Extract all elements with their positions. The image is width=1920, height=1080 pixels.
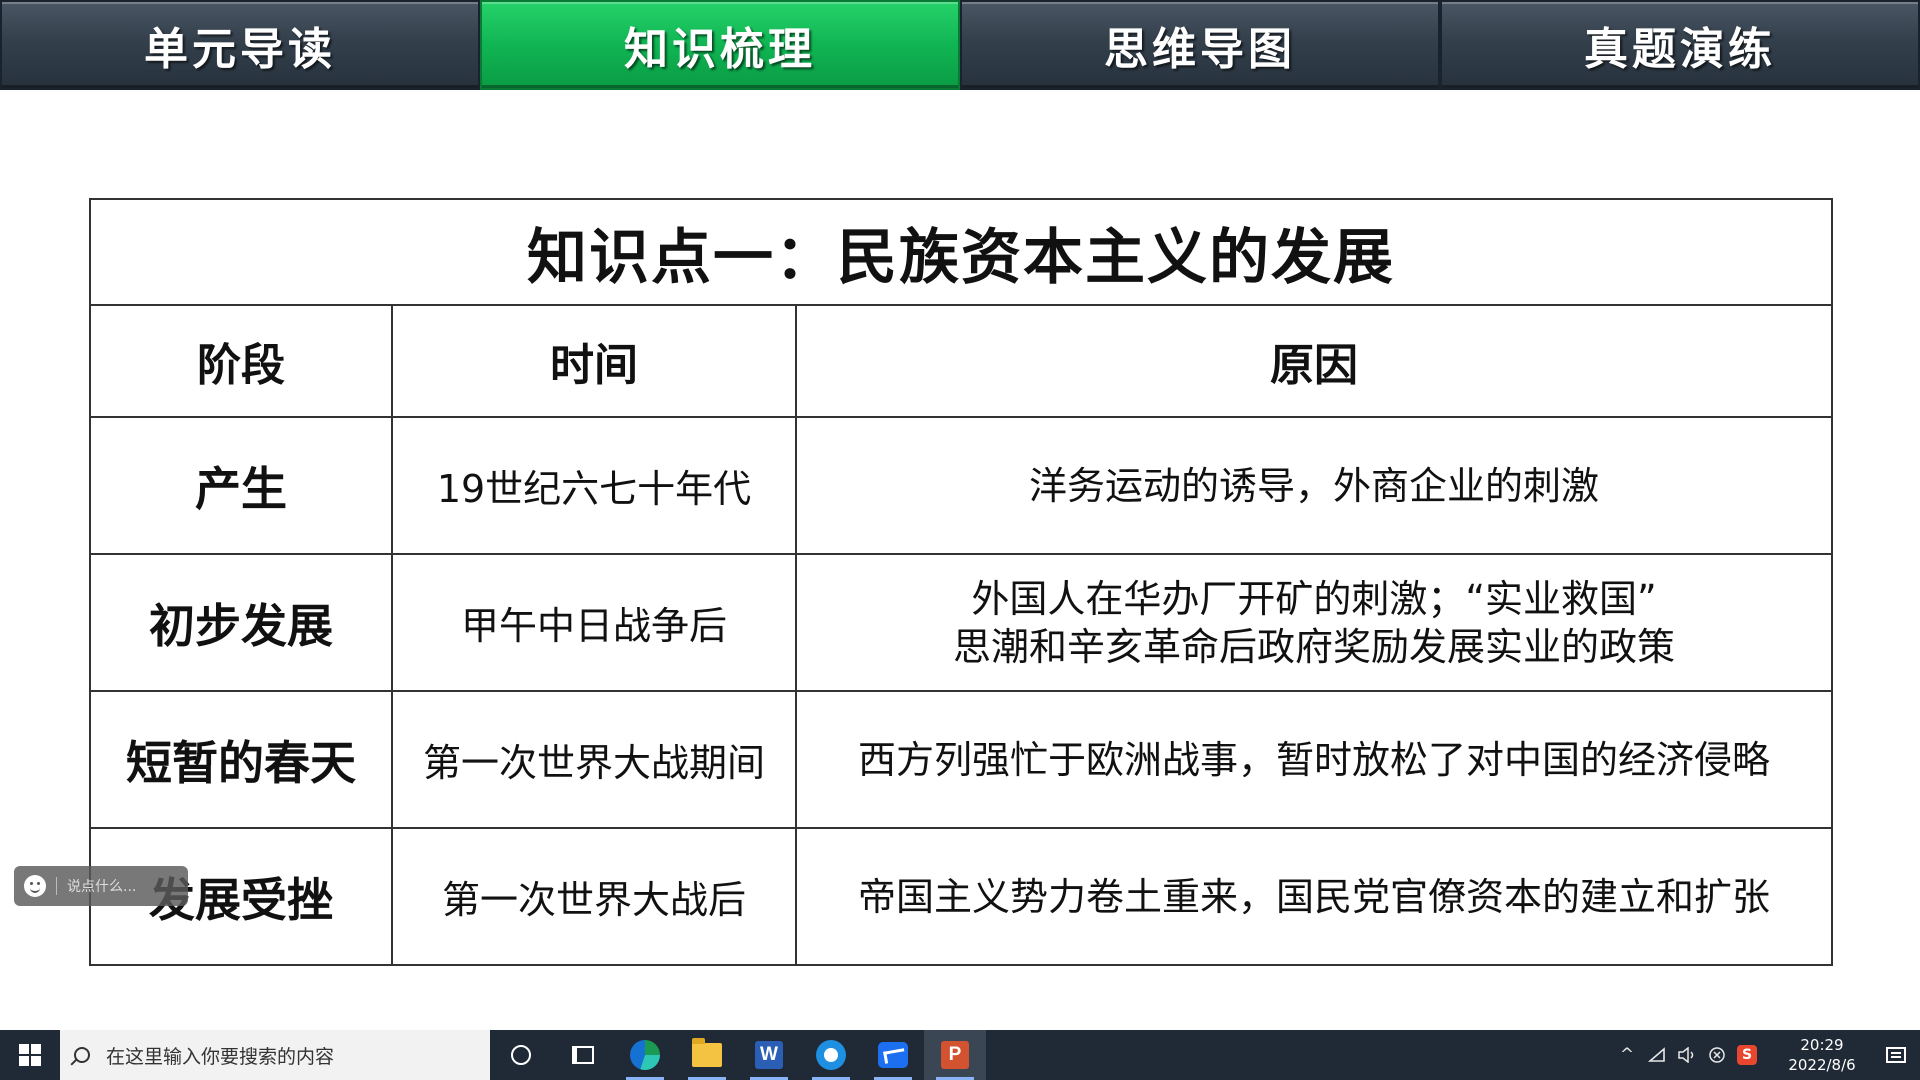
table-row: 发展受挫 第一次世界大战后 帝国主义势力卷土重来，国民党官僚资本的建立和扩张 bbox=[89, 827, 1833, 966]
cortana-icon bbox=[511, 1045, 531, 1065]
task-view-button[interactable] bbox=[552, 1030, 614, 1080]
file-explorer-icon bbox=[692, 1038, 722, 1067]
ime-button[interactable]: S bbox=[1732, 1030, 1762, 1080]
tencent-meeting-icon bbox=[878, 1042, 908, 1068]
reason-cell: 洋务运动的诱导，外商企业的刺激 bbox=[795, 416, 1833, 555]
reason-cell: 帝国主义势力卷土重来，国民党官僚资本的建立和扩张 bbox=[795, 827, 1833, 966]
reason-cell: 外国人在华办厂开矿的刺激；“实业救国” 思潮和辛亥革命后政府奖励发展实业的政策 bbox=[795, 553, 1833, 692]
slide-title: 知识点一：民族资本主义的发展 bbox=[89, 198, 1833, 306]
reason-line: 帝国主义势力卷土重来，国民党官僚资本的建立和扩张 bbox=[857, 874, 1770, 919]
notification-icon bbox=[1886, 1047, 1906, 1063]
cortana-button[interactable] bbox=[490, 1030, 552, 1080]
reason-line: 思潮和辛亥革命后政府奖励发展实业的政策 bbox=[952, 624, 1675, 669]
reason-cell: 西方列强忙于欧洲战事，暂时放松了对中国的经济侵略 bbox=[795, 690, 1833, 829]
divider bbox=[56, 877, 57, 895]
header-stage: 阶段 bbox=[89, 304, 393, 418]
powerpoint-icon: P bbox=[941, 1041, 969, 1069]
header-reason: 原因 bbox=[795, 304, 1833, 418]
table-header-row: 阶段 时间 原因 bbox=[89, 304, 1833, 418]
stage-cell: 短暂的春天 bbox=[89, 690, 393, 829]
time-cell: 第一次世界大战期间 bbox=[391, 690, 797, 829]
table-row: 短暂的春天 第一次世界大战期间 西方列强忙于欧洲战事，暂时放松了对中国的经济侵略 bbox=[89, 690, 1833, 829]
time-cell: 甲午中日战争后 bbox=[391, 553, 797, 692]
windows-icon bbox=[19, 1044, 41, 1066]
tencent-meeting-button[interactable] bbox=[862, 1030, 924, 1080]
sogou-ime-icon: S bbox=[1737, 1045, 1757, 1065]
reason-line: 西方列强忙于欧洲战事，暂时放松了对中国的经济侵略 bbox=[857, 737, 1770, 782]
tab-past-exams[interactable]: 真题演练 bbox=[1440, 0, 1920, 90]
smiley-icon bbox=[24, 875, 46, 897]
edge-button[interactable] bbox=[614, 1030, 676, 1080]
search-icon bbox=[74, 1047, 90, 1063]
reason-line: 外国人在华办厂开矿的刺激；“实业救国” bbox=[971, 576, 1657, 621]
time-cell: 19世纪六七十年代 bbox=[391, 416, 797, 555]
header-time: 时间 bbox=[391, 304, 797, 418]
taskbar-search-input[interactable]: 在这里输入你要搜索的内容 bbox=[60, 1030, 490, 1080]
system-tray: ^ S 20:29 2022/8/6 bbox=[1612, 1030, 1920, 1080]
close-circle-icon[interactable] bbox=[1702, 1030, 1732, 1080]
tab-unit-intro[interactable]: 单元导读 bbox=[0, 0, 480, 90]
notification-button[interactable] bbox=[1872, 1030, 1920, 1080]
powerpoint-button[interactable]: P bbox=[924, 1030, 986, 1080]
clock-date: 2022/8/6 bbox=[1788, 1056, 1856, 1074]
comment-placeholder: 说点什么... bbox=[67, 879, 137, 895]
tab-mind-map[interactable]: 思维导图 bbox=[960, 0, 1440, 90]
file-explorer-button[interactable] bbox=[676, 1030, 738, 1080]
table-row: 初步发展 甲午中日战争后 外国人在华办厂开矿的刺激；“实业救国” 思潮和辛亥革命… bbox=[89, 553, 1833, 692]
stage-cell: 初步发展 bbox=[89, 553, 393, 692]
table-row: 产生 19世纪六七十年代 洋务运动的诱导，外商企业的刺激 bbox=[89, 416, 1833, 555]
qq-browser-icon bbox=[816, 1040, 846, 1070]
task-view-icon bbox=[572, 1046, 594, 1064]
time-cell: 第一次世界大战后 bbox=[391, 827, 797, 966]
top-nav: 单元导读 知识梳理 思维导图 真题演练 bbox=[0, 0, 1920, 90]
reason-line: 洋务运动的诱导，外商企业的刺激 bbox=[1028, 463, 1599, 508]
taskbar: 在这里输入你要搜索的内容 W P ^ S 20:29 2022/8/6 bbox=[0, 1030, 1920, 1080]
word-icon: W bbox=[755, 1041, 783, 1069]
word-button[interactable]: W bbox=[738, 1030, 800, 1080]
chevron-up-icon[interactable]: ^ bbox=[1612, 1030, 1642, 1080]
start-button[interactable] bbox=[0, 1030, 60, 1080]
knowledge-table: 知识点一：民族资本主义的发展 阶段 时间 原因 产生 19世纪六七十年代 洋务运… bbox=[89, 198, 1833, 966]
stage-cell: 产生 bbox=[89, 416, 393, 555]
tab-knowledge-review[interactable]: 知识梳理 bbox=[480, 0, 960, 90]
search-placeholder: 在这里输入你要搜索的内容 bbox=[106, 1045, 335, 1068]
network-icon[interactable] bbox=[1642, 1030, 1672, 1080]
clock[interactable]: 20:29 2022/8/6 bbox=[1772, 1030, 1872, 1080]
table-title-row: 知识点一：民族资本主义的发展 bbox=[89, 198, 1833, 306]
clock-time: 20:29 bbox=[1800, 1036, 1844, 1054]
qq-browser-button[interactable] bbox=[800, 1030, 862, 1080]
volume-icon[interactable] bbox=[1672, 1030, 1702, 1080]
edge-icon bbox=[630, 1040, 660, 1070]
comment-input[interactable]: 说点什么... bbox=[14, 866, 188, 906]
